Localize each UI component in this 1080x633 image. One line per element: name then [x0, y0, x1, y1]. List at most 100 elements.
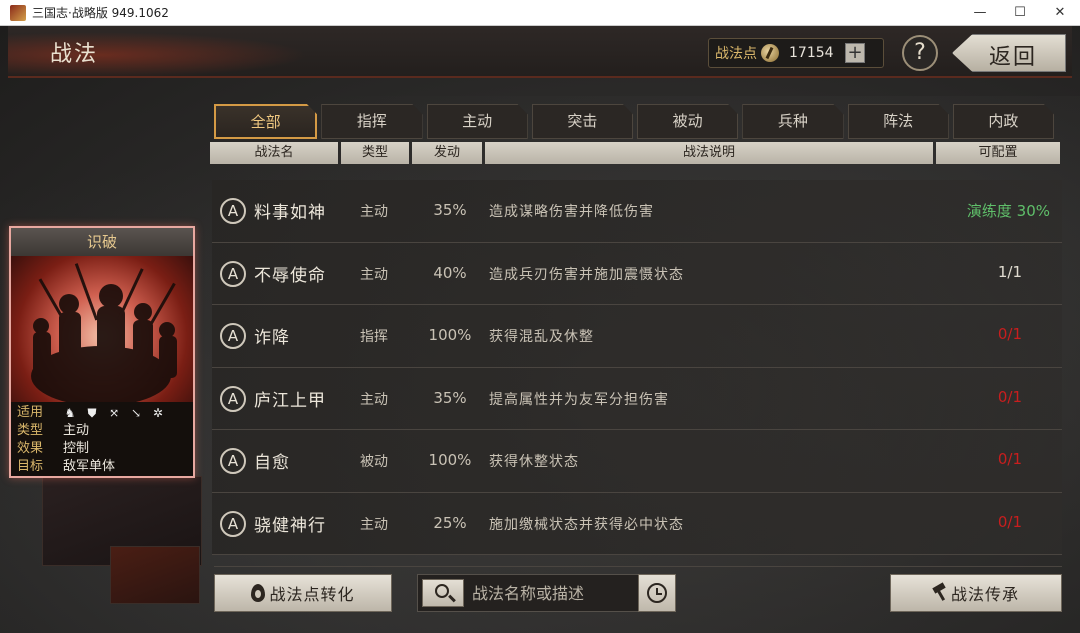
tactic-config: 0/1 [997, 450, 1022, 468]
target-label: 目标 [17, 459, 44, 474]
cavalry-icon: ♞ [64, 406, 76, 420]
apply-units: ♞ ⛊ ⤧ ↘ ✲ [63, 404, 165, 422]
tactic-desc: 获得休整状态 [489, 454, 579, 470]
tab-troop[interactable]: 兵种 [742, 104, 844, 139]
inherit-label: 战法传承 [950, 585, 1019, 604]
tactic-name: 自愈 [254, 453, 290, 473]
tactic-rate: 100% [428, 326, 472, 344]
search-input[interactable] [472, 579, 632, 607]
tab-assault[interactable]: 突击 [531, 104, 633, 139]
tactic-row[interactable]: A 骁健神行 主动 25% 施加缴械状态并获得必中状态 0/1 [212, 492, 1062, 555]
grade-badge: A [220, 260, 246, 287]
spear-icon: ↘ [130, 406, 142, 420]
col-type[interactable]: 类型 [341, 142, 409, 164]
tactic-rate: 35% [433, 201, 467, 219]
tactic-rate: 100% [428, 451, 472, 469]
col-name[interactable]: 战法名 [210, 142, 338, 164]
col-desc: 战法说明 [485, 142, 933, 164]
tactic-config: 0/1 [997, 387, 1022, 406]
target-value: 敌军单体 [63, 459, 116, 474]
points-value: 17154 [789, 45, 834, 61]
shield-icon: ⛊ [87, 406, 97, 420]
tactic-config: 0/1 [997, 512, 1022, 531]
tactic-config: 0/1 [997, 325, 1022, 343]
tactic-name: 料事如神 [254, 203, 326, 223]
search-button[interactable] [422, 579, 464, 607]
tab-all[interactable]: 全部 [214, 104, 318, 139]
col-rate[interactable]: 发动 [412, 142, 482, 164]
help-button[interactable]: ? [902, 35, 938, 71]
tab-internal[interactable]: 内政 [952, 104, 1054, 139]
grade-badge: A [220, 385, 246, 412]
tactic-type: 主动 [360, 391, 388, 408]
app-icon [10, 4, 26, 21]
history-button[interactable] [638, 574, 676, 612]
wheel-icon: ✲ [152, 406, 164, 420]
points-label: 战法点 [715, 46, 757, 62]
tactic-row[interactable]: A 料事如神 主动 35% 造成谋略伤害并降低伤害 演练度 30% [212, 180, 1062, 243]
tab-passive[interactable]: 被动 [637, 104, 739, 139]
tactic-name: 不辱使命 [254, 265, 326, 286]
soldiers-silhouette-icon [31, 263, 177, 402]
hammer-icon [933, 585, 947, 601]
tactic-row[interactable]: A 庐江上甲 主动 35% 提高属性并为友军分担伤害 0/1 [212, 367, 1062, 430]
back-label: 返回 [989, 45, 1038, 70]
bow-icon: ⤧ [108, 406, 120, 420]
type-value: 主动 [63, 423, 90, 438]
drop-icon [251, 584, 266, 602]
tactic-desc: 造成兵刃伤害并施加震慑状态 [489, 266, 684, 283]
tactic-name: 诈降 [254, 328, 290, 348]
tactic-type: 主动 [360, 266, 388, 283]
inherit-tactic-button[interactable]: 战法传承 [890, 574, 1062, 612]
back-button[interactable]: 返回 [952, 34, 1066, 72]
grade-badge: A [220, 198, 246, 224]
maximize-button[interactable]: ☐ [1000, 5, 1040, 20]
tab-command[interactable]: 指挥 [321, 104, 423, 139]
type-label: 类型 [17, 423, 44, 438]
tactic-row[interactable]: A 诈降 指挥 100% 获得混乱及休整 0/1 [212, 305, 1062, 368]
card-info: 适用 ♞ ⛊ ⤧ ↘ ✲ 类型 主动 效果 控制 目标 敌军单体 [11, 402, 193, 476]
clock-icon [647, 583, 667, 603]
tactic-type: 主动 [360, 516, 388, 533]
tactic-name: 庐江上甲 [254, 390, 326, 411]
tactic-row[interactable]: A 不辱使命 主动 40% 造成兵刃伤害并施加震慑状态 1/1 [212, 242, 1062, 305]
tactic-card[interactable]: 识破 适用 ♞ ⛊ ⤧ ↘ ✲ 类型 主动 效果 控制 目标 敌军单体 [9, 226, 195, 478]
tactic-desc: 施加缴械状态并获得必中状态 [489, 516, 684, 533]
tactic-points-display: 战法点 17154 + [708, 38, 884, 68]
page-title: 战法 [50, 42, 99, 67]
tactic-rate: 25% [433, 513, 467, 532]
col-config[interactable]: 可配置 [936, 142, 1060, 164]
convert-label: 战法点转化 [269, 585, 355, 604]
card-art [11, 256, 193, 402]
search-box [417, 574, 675, 612]
tab-active[interactable]: 主动 [426, 104, 528, 139]
effect-label: 效果 [17, 441, 44, 456]
tactic-config: 演练度 30% [966, 202, 1050, 220]
add-points-button[interactable]: + [845, 43, 865, 63]
window-titlebar: 三国志·战略版 949.1062 — ☐ ✕ [0, 0, 1080, 26]
minimize-button[interactable]: — [960, 5, 1000, 20]
grade-badge: A [220, 510, 246, 537]
card-title: 识破 [11, 228, 193, 256]
search-icon [435, 584, 449, 598]
grade-badge: A [220, 448, 246, 474]
tactic-desc: 获得混乱及休整 [489, 329, 594, 345]
effect-value: 控制 [63, 441, 90, 456]
tactic-rate: 40% [433, 263, 467, 282]
tactic-row[interactable]: A 自愈 被动 100% 获得休整状态 0/1 [212, 430, 1062, 493]
tactic-list: A 料事如神 主动 35% 造成谋略伤害并降低伤害 演练度 30% A 不辱使命… [212, 180, 1062, 566]
window-title: 三国志·战略版 949.1062 [32, 6, 169, 20]
tactic-type: 被动 [360, 454, 388, 470]
tactic-rate: 35% [433, 388, 467, 407]
apply-label: 适用 [17, 405, 44, 420]
tactic-desc: 提高属性并为友军分担伤害 [489, 391, 669, 408]
close-button[interactable]: ✕ [1040, 5, 1080, 20]
bottom-divider [214, 566, 1062, 567]
game-area: 战法 战法点 17154 + ? 返回 全部 指挥 主动 突击 被动 兵种 阵法… [0, 26, 1080, 633]
tab-formation[interactable]: 阵法 [847, 104, 949, 139]
tactic-desc: 造成谋略伤害并降低伤害 [489, 204, 654, 220]
convert-points-button[interactable]: 战法点转化 [214, 574, 392, 612]
tactic-type: 指挥 [360, 329, 388, 345]
grade-badge: A [220, 323, 246, 349]
card-stack-back-2 [110, 546, 200, 604]
